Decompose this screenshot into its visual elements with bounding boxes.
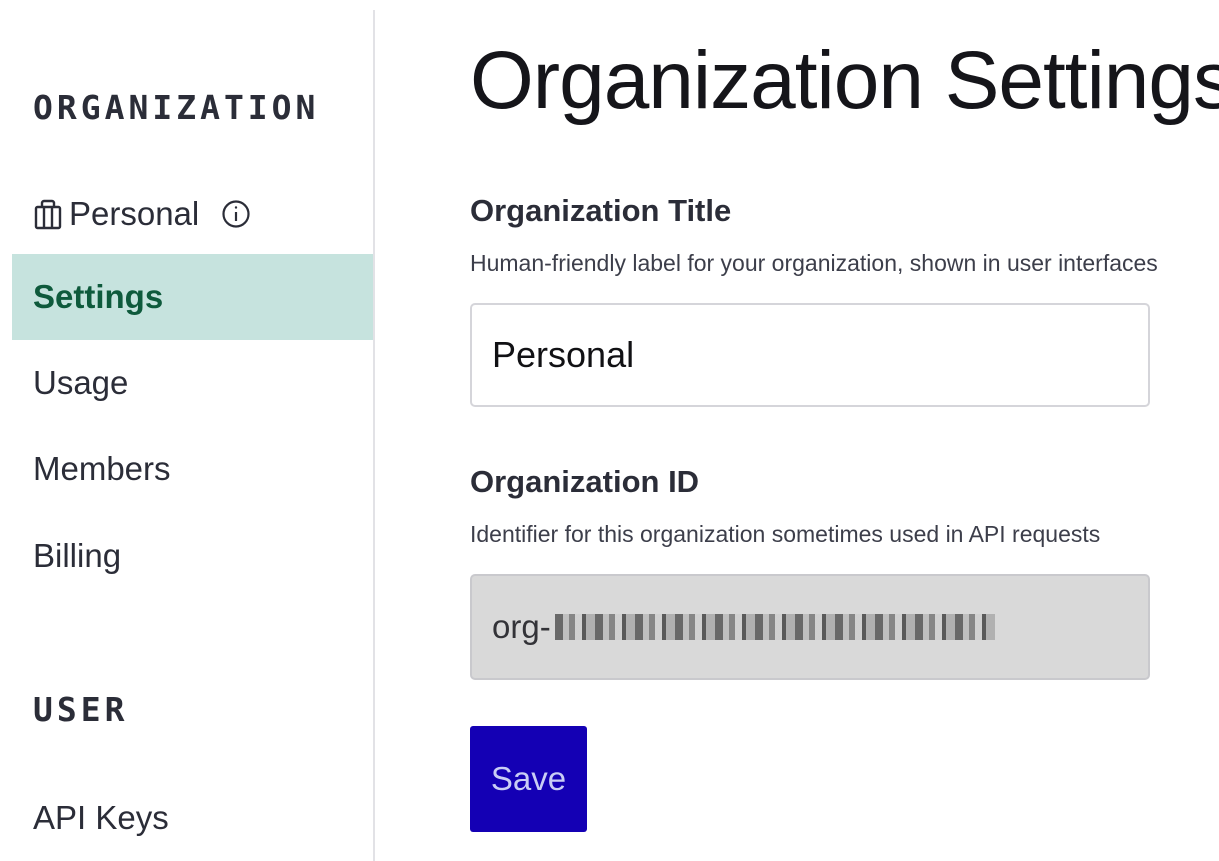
sidebar-divider [373,10,375,861]
sidebar-item-api-keys[interactable]: API Keys [12,775,373,861]
info-icon[interactable] [221,199,251,229]
organization-section-heading: ORGANIZATION [33,88,320,127]
sidebar-item-settings[interactable]: Settings [12,254,373,340]
redacted-org-id [554,614,995,640]
sidebar-item-label: Members [33,450,171,487]
sidebar-item-label: Settings [33,278,164,315]
org-title-input[interactable] [470,303,1150,407]
org-switcher-label: Personal [69,195,200,232]
org-id-label: Organization ID [470,464,700,499]
sidebar: ORGANIZATION Personal Settings Usage Mem… [0,0,373,861]
org-title-help: Human-friendly label for your organizati… [470,250,1158,276]
save-button[interactable]: Save [470,726,587,832]
org-title-label: Organization Title [470,193,732,228]
sidebar-item-label: Billing [33,537,122,574]
sidebar-item-members[interactable]: Members [12,426,373,512]
org-id-field[interactable]: org- [470,574,1150,680]
org-id-help: Identifier for this organization sometim… [470,521,1101,547]
sidebar-item-label: Usage [33,364,129,401]
sidebar-item-usage[interactable]: Usage [12,340,373,426]
main-content: Organization Settings Organization Title… [470,0,1219,861]
user-section-heading: USER [33,690,129,729]
page-title: Organization Settings [470,35,1219,126]
sidebar-item-label: API Keys [33,799,169,836]
org-id-prefix: org- [492,608,551,645]
organization-settings-page: ORGANIZATION Personal Settings Usage Mem… [0,0,1219,861]
org-switcher[interactable]: Personal [33,190,251,238]
sidebar-item-billing[interactable]: Billing [12,513,373,599]
building-icon [33,198,63,230]
